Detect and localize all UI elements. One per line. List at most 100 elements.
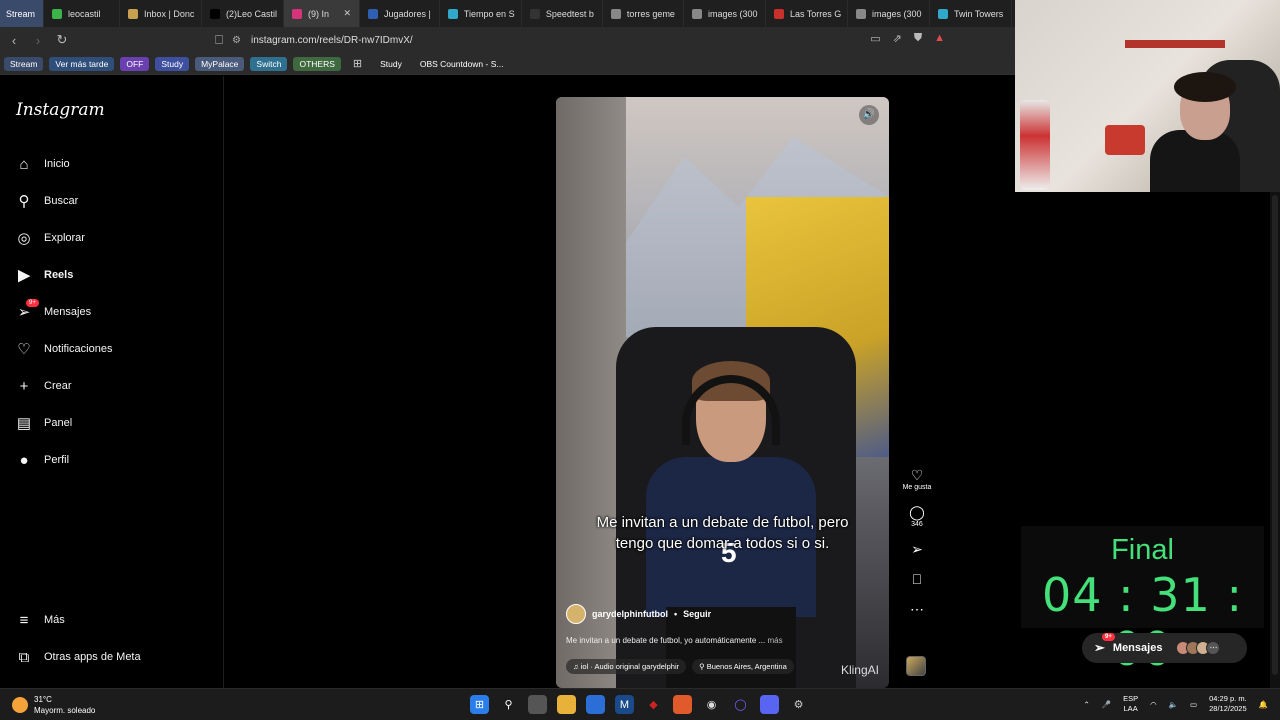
- sidebar-item-crear[interactable]: + Crear: [16, 374, 206, 398]
- notification-icon[interactable]: 🔔: [1259, 700, 1268, 709]
- obs-app-icon[interactable]: M: [615, 695, 634, 714]
- share-button[interactable]: ➢: [911, 540, 923, 558]
- mic-icon[interactable]: 🎤: [1102, 700, 1111, 709]
- tab-label: images (300: [871, 8, 922, 19]
- close-tab-icon[interactable]: ✕: [343, 8, 351, 19]
- url-field[interactable]: ⚙ instagram.com/reels/DR-nw7IDmvX/: [232, 30, 952, 50]
- forward-icon[interactable]: ›: [28, 33, 48, 48]
- bookmark-item[interactable]: Study: [155, 56, 190, 71]
- scrollbar-thumb[interactable]: [1272, 195, 1278, 675]
- search-icon[interactable]: ⚲: [499, 695, 518, 714]
- clock[interactable]: 04:29 p. m. 28/12/2025: [1209, 694, 1247, 714]
- browser-tab[interactable]: Las Torres G: [766, 0, 848, 27]
- author-avatar[interactable]: [566, 604, 586, 624]
- settings-icon[interactable]: ⚙: [789, 695, 808, 714]
- browser-tab[interactable]: leocastil: [44, 0, 120, 27]
- comment-icon: ◯: [909, 504, 925, 520]
- store-icon[interactable]: [586, 695, 605, 714]
- app-icon-red[interactable]: ◆: [644, 695, 663, 714]
- tab-favicon-icon: [368, 8, 378, 19]
- klingai-watermark: KlingAI: [840, 663, 879, 677]
- bookmarks-bar: Stream Ver más tarde OFF Study MyPalace Switc…: [0, 53, 1015, 75]
- weather-widget[interactable]: 31°C Mayorm. soleado: [12, 694, 95, 716]
- cast-icon[interactable]: ▭: [870, 32, 880, 45]
- sidebar-item-label: Mensajes: [44, 306, 92, 318]
- browser-tab[interactable]: Jugadores |: [360, 0, 440, 27]
- task-view-icon[interactable]: [528, 695, 547, 714]
- more-link[interactable]: más: [767, 636, 782, 645]
- address-bar-row: ‹ › ↻ ⎕ ⚙ instagram.com/reels/DR-nw7IDmv…: [0, 27, 1015, 53]
- bookmark-item[interactable]: Study: [374, 57, 408, 71]
- battery-icon[interactable]: ▭: [1190, 700, 1197, 709]
- sidebar-item-explorar[interactable]: ◎ Explorar: [16, 226, 206, 250]
- bookmark-item[interactable]: Stream: [4, 56, 44, 71]
- sidebar-item-reels[interactable]: ▶ Reels: [16, 263, 206, 287]
- messages-icon: ➢ 9+: [16, 299, 39, 321]
- browser-tab[interactable]: (9) In ✕: [284, 0, 360, 27]
- bookmark-item[interactable]: MyPalace: [195, 56, 245, 71]
- sidebar-bottom-item[interactable]: ≡ Más: [16, 608, 206, 632]
- sidebar-item-inicio[interactable]: ⌂ Inicio: [16, 152, 206, 176]
- brave-rewards-icon[interactable]: ▲: [934, 32, 945, 45]
- more-options-button[interactable]: ⋯: [910, 600, 924, 618]
- browser-tab[interactable]: Speedtest b: [522, 0, 603, 27]
- bucket: [1105, 125, 1145, 155]
- browser-tab[interactable]: Twin Towers: [930, 0, 1012, 27]
- audio-link[interactable]: ♫ iol · Audio original garydelphir: [566, 659, 687, 674]
- share-icon[interactable]: ⇗: [893, 32, 902, 45]
- bottle: [1020, 100, 1050, 190]
- sidebar-item-panel[interactable]: ▤ Panel: [16, 411, 206, 435]
- audio-thumbnail[interactable]: [906, 656, 926, 676]
- chevron-up-icon[interactable]: ⌃: [1083, 700, 1089, 709]
- author-name[interactable]: garydelphinfutbol: [592, 609, 668, 619]
- volume-icon[interactable]: 🔈: [1169, 700, 1178, 709]
- volume-icon[interactable]: 🔊: [859, 105, 879, 125]
- sidebar-item-perfil[interactable]: ● Perfil: [16, 448, 206, 472]
- apps-grid-icon[interactable]: ⊞: [353, 57, 362, 70]
- browser-tab[interactable]: images (300: [848, 0, 930, 27]
- instagram-logo[interactable]: Instagram: [16, 100, 105, 120]
- bookmark-item[interactable]: Switch: [250, 56, 288, 71]
- compass-icon: ◎: [17, 230, 31, 247]
- reel-video[interactable]: 5 🔊 Me invitan a un debate de futbol, pe…: [556, 97, 889, 688]
- tab-favicon-icon: [937, 8, 948, 19]
- tab-favicon-icon: [529, 8, 540, 19]
- reel-meta: ♫ iol · Audio original garydelphir ⚲ Bue…: [566, 659, 794, 674]
- reload-icon[interactable]: ↻: [52, 32, 72, 48]
- bookmark-item[interactable]: OBS Countdown - S...: [414, 57, 510, 71]
- brave-browser-icon[interactable]: [673, 695, 692, 714]
- messages-pill[interactable]: ➢ 9+ Mensajes ⋯: [1082, 633, 1247, 663]
- save-button[interactable]: ⎕: [913, 570, 921, 588]
- heart-icon: ♡: [910, 467, 924, 483]
- bookmark-item[interactable]: OFF: [120, 56, 150, 71]
- sidebar-item-buscar[interactable]: ⚲ Buscar: [16, 189, 206, 213]
- follow-button[interactable]: Seguir: [683, 609, 711, 619]
- browser-tab[interactable]: Inbox | Donc: [120, 0, 202, 27]
- bookmark-item[interactable]: OTHERS: [293, 56, 341, 71]
- sidebar-item-notificaciones[interactable]: ♡ Notificaciones: [16, 337, 206, 361]
- brave-shield-icon[interactable]: ⛊: [914, 32, 922, 45]
- location-link[interactable]: ⚲ Buenos Aires, Argentina: [692, 659, 794, 674]
- browser-tab[interactable]: Stream: [0, 0, 44, 27]
- browser-tab[interactable]: images (300: [684, 0, 766, 27]
- discord-icon[interactable]: [760, 695, 779, 714]
- back-icon[interactable]: ‹: [4, 33, 24, 48]
- tab-label: Inbox | Donc: [144, 8, 195, 19]
- app-ring-icon[interactable]: ◯: [731, 695, 750, 714]
- bookmark-item[interactable]: Ver más tarde: [49, 56, 115, 71]
- bookmark-page-icon[interactable]: ⎕: [209, 32, 229, 48]
- browser-tab[interactable]: torres geme: [603, 0, 684, 27]
- site-info-icon[interactable]: ⚙: [232, 35, 241, 46]
- sidebar-bottom-item[interactable]: ⧉ Otras apps de Meta: [16, 645, 206, 669]
- language-indicator[interactable]: ESP LAA: [1123, 694, 1138, 714]
- browser-tab[interactable]: Tiempo en S: [440, 0, 522, 27]
- sidebar-item-mensajes[interactable]: ➢ 9+ Mensajes: [16, 299, 206, 324]
- obs-icon[interactable]: ◉: [702, 695, 721, 714]
- windows-start-icon[interactable]: ⊞: [470, 695, 489, 714]
- plus-icon: +: [19, 377, 29, 395]
- browser-tab[interactable]: (2)Leo Castil: [202, 0, 284, 27]
- like-button[interactable]: ♡ Me gusta: [903, 466, 932, 491]
- comment-button[interactable]: ◯ 346: [909, 503, 925, 528]
- file-explorer-icon[interactable]: [557, 695, 576, 714]
- wifi-icon[interactable]: ◠: [1150, 700, 1157, 709]
